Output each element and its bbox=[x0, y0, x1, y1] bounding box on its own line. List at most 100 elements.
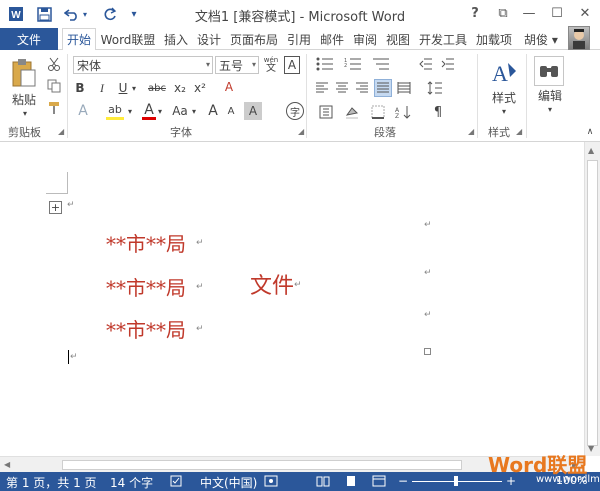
text-effects-button[interactable]: A bbox=[76, 102, 90, 120]
paragraph-launcher-icon[interactable]: ◢ bbox=[468, 127, 474, 136]
doc-file-word[interactable]: 文件 bbox=[250, 268, 294, 300]
numbering-icon[interactable]: 12 bbox=[342, 56, 364, 72]
font-launcher-icon[interactable]: ◢ bbox=[298, 127, 304, 136]
proofing-icon[interactable] bbox=[170, 475, 184, 490]
superscript-button[interactable]: x² bbox=[192, 80, 208, 96]
copy-icon[interactable] bbox=[46, 78, 62, 94]
doc-line-1[interactable]: **市**局 bbox=[106, 228, 186, 257]
underline-button[interactable]: U bbox=[116, 80, 130, 96]
tab-mailings[interactable]: 邮件 bbox=[317, 28, 347, 50]
user-account[interactable]: 胡俊 ▾ bbox=[524, 28, 558, 50]
web-layout-icon[interactable] bbox=[372, 475, 386, 490]
styles-launcher-icon[interactable]: ◢ bbox=[516, 127, 522, 136]
strikethrough-button[interactable]: abc bbox=[146, 80, 168, 96]
find-icon[interactable] bbox=[534, 56, 564, 86]
tab-layout[interactable]: 页面布局 bbox=[227, 28, 281, 50]
vertical-scroll-thumb[interactable] bbox=[587, 160, 598, 446]
phonetic-guide-button[interactable]: wén 文 bbox=[262, 54, 280, 76]
doc-line-3[interactable]: **市**局 bbox=[106, 314, 186, 343]
tab-design[interactable]: 设计 bbox=[194, 28, 224, 50]
chevron-down-icon[interactable]: ▾ bbox=[252, 60, 256, 69]
print-layout-icon[interactable] bbox=[344, 475, 358, 490]
horizontal-scroll-thumb[interactable] bbox=[62, 460, 462, 470]
increase-indent-icon[interactable] bbox=[440, 56, 456, 72]
read-mode-icon[interactable] bbox=[316, 475, 330, 490]
macro-record-icon[interactable] bbox=[264, 475, 278, 490]
align-center-icon[interactable] bbox=[334, 80, 350, 96]
paste-icon[interactable] bbox=[8, 56, 40, 92]
highlight-button[interactable]: ab bbox=[106, 102, 124, 120]
font-size-combo[interactable]: 五号 ▾ bbox=[215, 56, 259, 74]
tab-addins[interactable]: 加载项 bbox=[473, 28, 515, 50]
align-right-icon[interactable] bbox=[354, 80, 370, 96]
tab-wordlm[interactable]: Word联盟 bbox=[97, 28, 159, 50]
bullets-icon[interactable] bbox=[314, 56, 336, 72]
doc-line-2[interactable]: **市**局 bbox=[106, 272, 186, 301]
tab-home[interactable]: 开始 bbox=[62, 28, 96, 51]
highlight-dropdown-icon[interactable]: ▾ bbox=[126, 102, 134, 120]
styles-button[interactable]: 样式 bbox=[486, 90, 522, 105]
chinese-layout-icon[interactable] bbox=[318, 104, 334, 120]
word-count[interactable]: 14 个字 bbox=[110, 474, 153, 491]
underline-dropdown-icon[interactable]: ▾ bbox=[130, 80, 138, 96]
borders-icon[interactable] bbox=[370, 104, 386, 120]
show-marks-icon[interactable]: ¶ bbox=[430, 104, 446, 120]
tab-references[interactable]: 引用 bbox=[284, 28, 314, 50]
justify-icon[interactable] bbox=[374, 79, 392, 97]
paste-button[interactable]: 粘贴 bbox=[8, 92, 40, 107]
shading-icon[interactable] bbox=[344, 104, 360, 120]
paste-dropdown-icon[interactable]: ▾ bbox=[18, 108, 32, 118]
format-painter-icon[interactable] bbox=[46, 100, 62, 116]
ribbon-display-options-button[interactable]: ⧉ bbox=[492, 3, 514, 23]
editing-dropdown-icon[interactable]: ▾ bbox=[544, 104, 556, 114]
scroll-left-icon[interactable]: ◀ bbox=[4, 460, 10, 469]
subscript-button[interactable]: x₂ bbox=[172, 80, 188, 96]
table-move-handle-icon[interactable]: + bbox=[49, 201, 62, 214]
page-count[interactable]: 第 1 页，共 1 页 bbox=[6, 474, 97, 491]
font-color-button[interactable]: A bbox=[142, 102, 156, 120]
decrease-indent-icon[interactable] bbox=[418, 56, 434, 72]
font-color-dropdown-icon[interactable]: ▾ bbox=[156, 102, 164, 120]
chevron-down-icon[interactable]: ▾ bbox=[206, 60, 210, 69]
font-name-combo[interactable]: 宋体 ▾ bbox=[73, 56, 213, 74]
scroll-down-icon[interactable]: ▼ bbox=[588, 444, 594, 453]
document-page[interactable]: + ↵ **市**局 ↵ ↵ **市**局 ↵ 文件 ↵ ↵ **市**局 ↵ … bbox=[0, 142, 584, 456]
sort-icon[interactable]: AZ bbox=[394, 104, 414, 120]
maximize-button[interactable]: ☐ bbox=[546, 3, 568, 23]
align-left-icon[interactable] bbox=[314, 80, 330, 96]
cut-icon[interactable] bbox=[46, 56, 62, 72]
tab-file[interactable]: 文件 bbox=[0, 28, 58, 50]
zoom-out-icon[interactable]: − bbox=[398, 474, 408, 488]
clipboard-launcher-icon[interactable]: ◢ bbox=[58, 127, 64, 136]
tab-view[interactable]: 视图 bbox=[383, 28, 413, 50]
styles-dropdown-icon[interactable]: ▾ bbox=[498, 106, 510, 116]
italic-button[interactable]: I bbox=[95, 80, 109, 96]
enclose-characters-button[interactable]: 字 bbox=[286, 102, 304, 120]
character-shading-button[interactable]: A bbox=[244, 102, 262, 120]
scroll-up-icon[interactable]: ▲ bbox=[588, 146, 594, 155]
shrink-font-button[interactable]: A bbox=[224, 102, 238, 120]
table-resize-handle-icon[interactable] bbox=[424, 348, 431, 355]
multilevel-list-icon[interactable] bbox=[370, 56, 392, 72]
clear-formatting-button[interactable]: A bbox=[220, 78, 238, 96]
styles-icon[interactable]: A bbox=[488, 58, 520, 88]
distributed-icon[interactable] bbox=[396, 80, 412, 96]
language-indicator[interactable]: 中文(中国) bbox=[200, 474, 257, 491]
vertical-scrollbar[interactable]: ▲ ▼ bbox=[584, 142, 600, 456]
tab-developer[interactable]: 开发工具 bbox=[416, 28, 470, 50]
tab-insert[interactable]: 插入 bbox=[161, 28, 191, 50]
collapse-ribbon-icon[interactable]: ∧ bbox=[584, 126, 596, 138]
character-border-button[interactable]: A bbox=[284, 56, 300, 74]
avatar[interactable] bbox=[568, 26, 590, 50]
close-button[interactable]: ✕ bbox=[574, 3, 596, 23]
bold-button[interactable]: B bbox=[73, 80, 87, 96]
change-case-button[interactable]: Aa bbox=[170, 102, 190, 120]
help-button[interactable]: ? bbox=[464, 3, 486, 23]
zoom-slider-thumb[interactable] bbox=[454, 476, 458, 486]
change-case-dropdown-icon[interactable]: ▾ bbox=[190, 102, 198, 120]
grow-font-button[interactable]: A bbox=[206, 102, 220, 120]
editing-button[interactable]: 编辑 bbox=[532, 88, 568, 103]
tab-review[interactable]: 审阅 bbox=[350, 28, 380, 50]
line-spacing-icon[interactable] bbox=[426, 80, 444, 96]
minimize-button[interactable]: — bbox=[518, 3, 540, 23]
